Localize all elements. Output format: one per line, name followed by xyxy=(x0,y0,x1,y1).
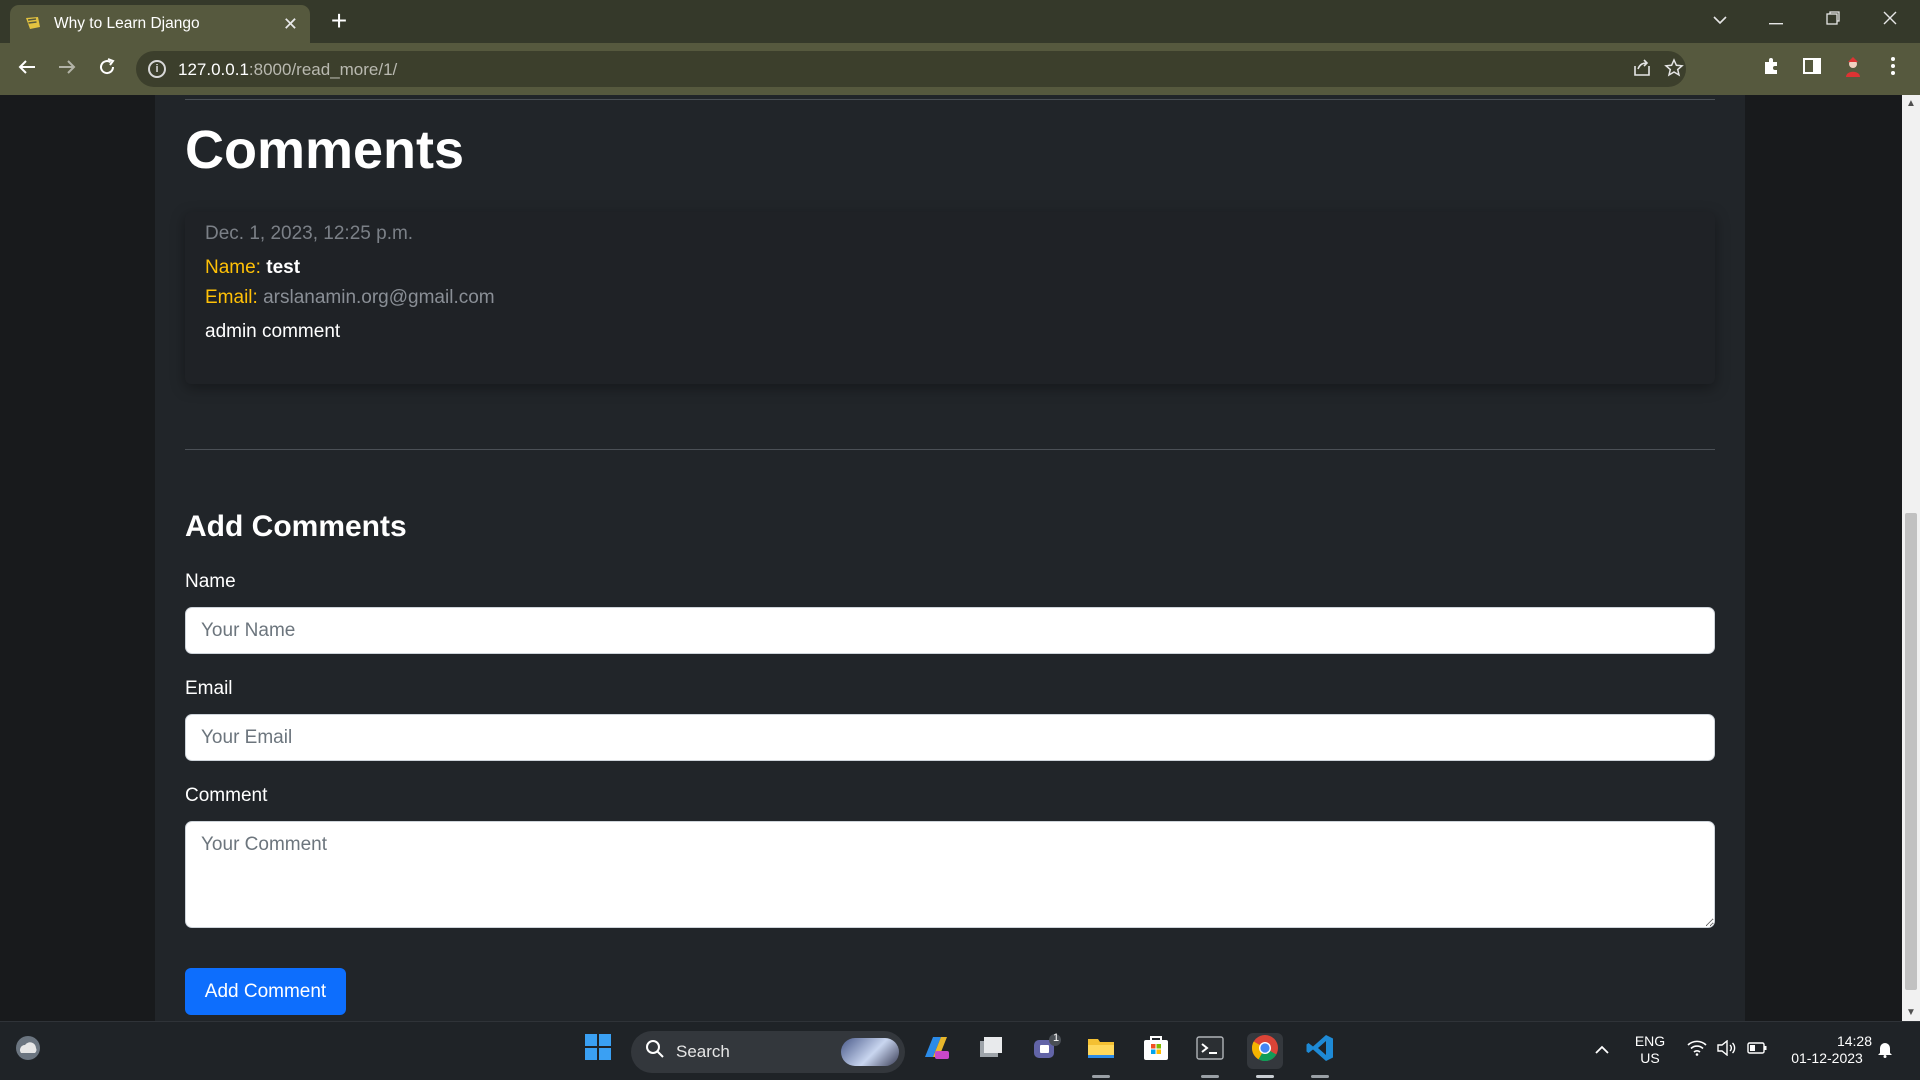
minimize-icon[interactable] xyxy=(1756,6,1796,34)
add-comment-button[interactable]: Add Comment xyxy=(185,968,346,1015)
divider xyxy=(185,449,1715,450)
side-panel-icon[interactable] xyxy=(1799,56,1825,82)
clock-time: 14:28 xyxy=(1836,1033,1872,1049)
extensions-icon[interactable] xyxy=(1758,56,1784,82)
forward-icon[interactable] xyxy=(52,55,82,85)
url-path: :8000/read_more/1/ xyxy=(248,60,398,79)
site-info-icon[interactable]: i xyxy=(148,60,166,78)
terminal-running-indicator xyxy=(1201,1075,1219,1078)
name-input[interactable] xyxy=(185,607,1715,654)
new-tab-button[interactable]: + xyxy=(324,6,354,36)
vscode-icon[interactable] xyxy=(1302,1033,1338,1069)
browser-toolbar: i 127.0.0.1:8000/read_more/1/ xyxy=(0,43,1920,95)
add-comments-heading: Add Comments xyxy=(185,510,407,543)
browser-tab-bar: Why to Learn Django ✕ + xyxy=(0,0,1920,43)
comment-email-line: Email: arslanamin.org@gmail.com xyxy=(205,286,495,310)
copilot-preview-icon[interactable] xyxy=(918,1033,954,1069)
terminal-icon[interactable] xyxy=(1192,1033,1228,1069)
comments-heading: Comments xyxy=(185,120,465,180)
comment-textarea[interactable] xyxy=(185,821,1715,928)
browser-tab-active[interactable]: Why to Learn Django ✕ xyxy=(10,5,310,43)
site-favicon-icon xyxy=(24,15,42,33)
task-view-icon[interactable] xyxy=(973,1033,1009,1069)
notification-bell-icon[interactable] xyxy=(1874,1040,1896,1063)
show-hidden-icons-chevron-icon[interactable] xyxy=(1592,1040,1612,1060)
scroll-down-arrow-icon[interactable]: ▼ xyxy=(1902,1004,1920,1021)
close-window-icon[interactable] xyxy=(1870,6,1910,34)
address-bar[interactable]: i 127.0.0.1:8000/read_more/1/ xyxy=(136,51,1686,87)
restore-icon[interactable] xyxy=(1813,6,1853,34)
comment-email-label: Email: xyxy=(205,287,258,308)
comment-label: Comment xyxy=(185,785,268,806)
comment-name-label: Name: xyxy=(205,257,261,278)
content-container: Comments Dec. 1, 2023, 12:25 p.m. Name: … xyxy=(155,95,1745,1021)
windows-taskbar: Search 1 ENG US 14:28 01-12-2023 xyxy=(0,1021,1920,1080)
comment-email: arslanamin.org@gmail.com xyxy=(263,287,495,308)
clock[interactable]: 14:28 01-12-2023 xyxy=(1782,1033,1872,1067)
microsoft-store-icon[interactable] xyxy=(1138,1033,1174,1069)
url-host: 127.0.0.1 xyxy=(178,60,249,79)
taskbar-search-box[interactable]: Search xyxy=(631,1031,905,1073)
comment-card: Dec. 1, 2023, 12:25 p.m. Name: test Emai… xyxy=(185,212,1715,384)
windows-start-icon[interactable] xyxy=(580,1033,616,1069)
wifi-icon[interactable] xyxy=(1686,1040,1708,1061)
chrome-active-indicator xyxy=(1256,1075,1274,1078)
volume-icon[interactable] xyxy=(1715,1039,1737,1061)
language-indicator[interactable]: ENG US xyxy=(1628,1033,1672,1067)
comment-name: test xyxy=(266,257,301,278)
profile-avatar-icon[interactable] xyxy=(1840,56,1866,82)
search-highlight-image xyxy=(841,1038,899,1066)
file-explorer-icon[interactable] xyxy=(1083,1033,1119,1069)
tab-title: Why to Learn Django xyxy=(54,15,200,32)
url-text[interactable]: 127.0.0.1:8000/read_more/1/ xyxy=(178,60,397,79)
back-icon[interactable] xyxy=(12,55,42,85)
comment-date: Dec. 1, 2023, 12:25 p.m. xyxy=(205,223,414,244)
comment-name-line: Name: test xyxy=(205,256,300,280)
chrome-icon[interactable] xyxy=(1247,1033,1283,1069)
clock-date: 01-12-2023 xyxy=(1791,1050,1863,1066)
reload-icon[interactable] xyxy=(92,55,122,85)
language-code: ENG xyxy=(1634,1033,1666,1049)
email-input[interactable] xyxy=(185,714,1715,761)
page-viewport: Comments Dec. 1, 2023, 12:25 p.m. Name: … xyxy=(0,95,1902,1021)
tab-close-icon[interactable]: ✕ xyxy=(283,14,298,34)
weather-icon[interactable] xyxy=(10,1033,46,1069)
keyboard-region: US xyxy=(1640,1050,1660,1066)
scroll-up-arrow-icon[interactable]: ▲ xyxy=(1902,95,1920,112)
comment-text: admin comment xyxy=(205,321,341,342)
explorer-running-indicator xyxy=(1092,1075,1110,1078)
scrollbar-thumb[interactable] xyxy=(1905,513,1917,990)
tab-search-chevron-icon[interactable] xyxy=(1700,6,1740,34)
vscode-running-indicator xyxy=(1311,1075,1329,1078)
search-icon xyxy=(645,1039,665,1065)
name-label: Name xyxy=(185,571,236,592)
page-scrollbar[interactable]: ▲ ▼ xyxy=(1902,95,1920,1021)
divider xyxy=(185,99,1715,100)
teams-notification-badge: 1 xyxy=(1053,1032,1060,1044)
share-icon[interactable] xyxy=(1630,58,1654,80)
teams-chat-icon[interactable]: 1 xyxy=(1028,1032,1064,1069)
email-label: Email xyxy=(185,678,233,699)
browser-menu-icon[interactable] xyxy=(1880,56,1906,82)
battery-icon[interactable] xyxy=(1745,1040,1769,1060)
bookmark-star-icon[interactable] xyxy=(1662,58,1686,80)
taskbar-search-label: Search xyxy=(676,1042,730,1061)
